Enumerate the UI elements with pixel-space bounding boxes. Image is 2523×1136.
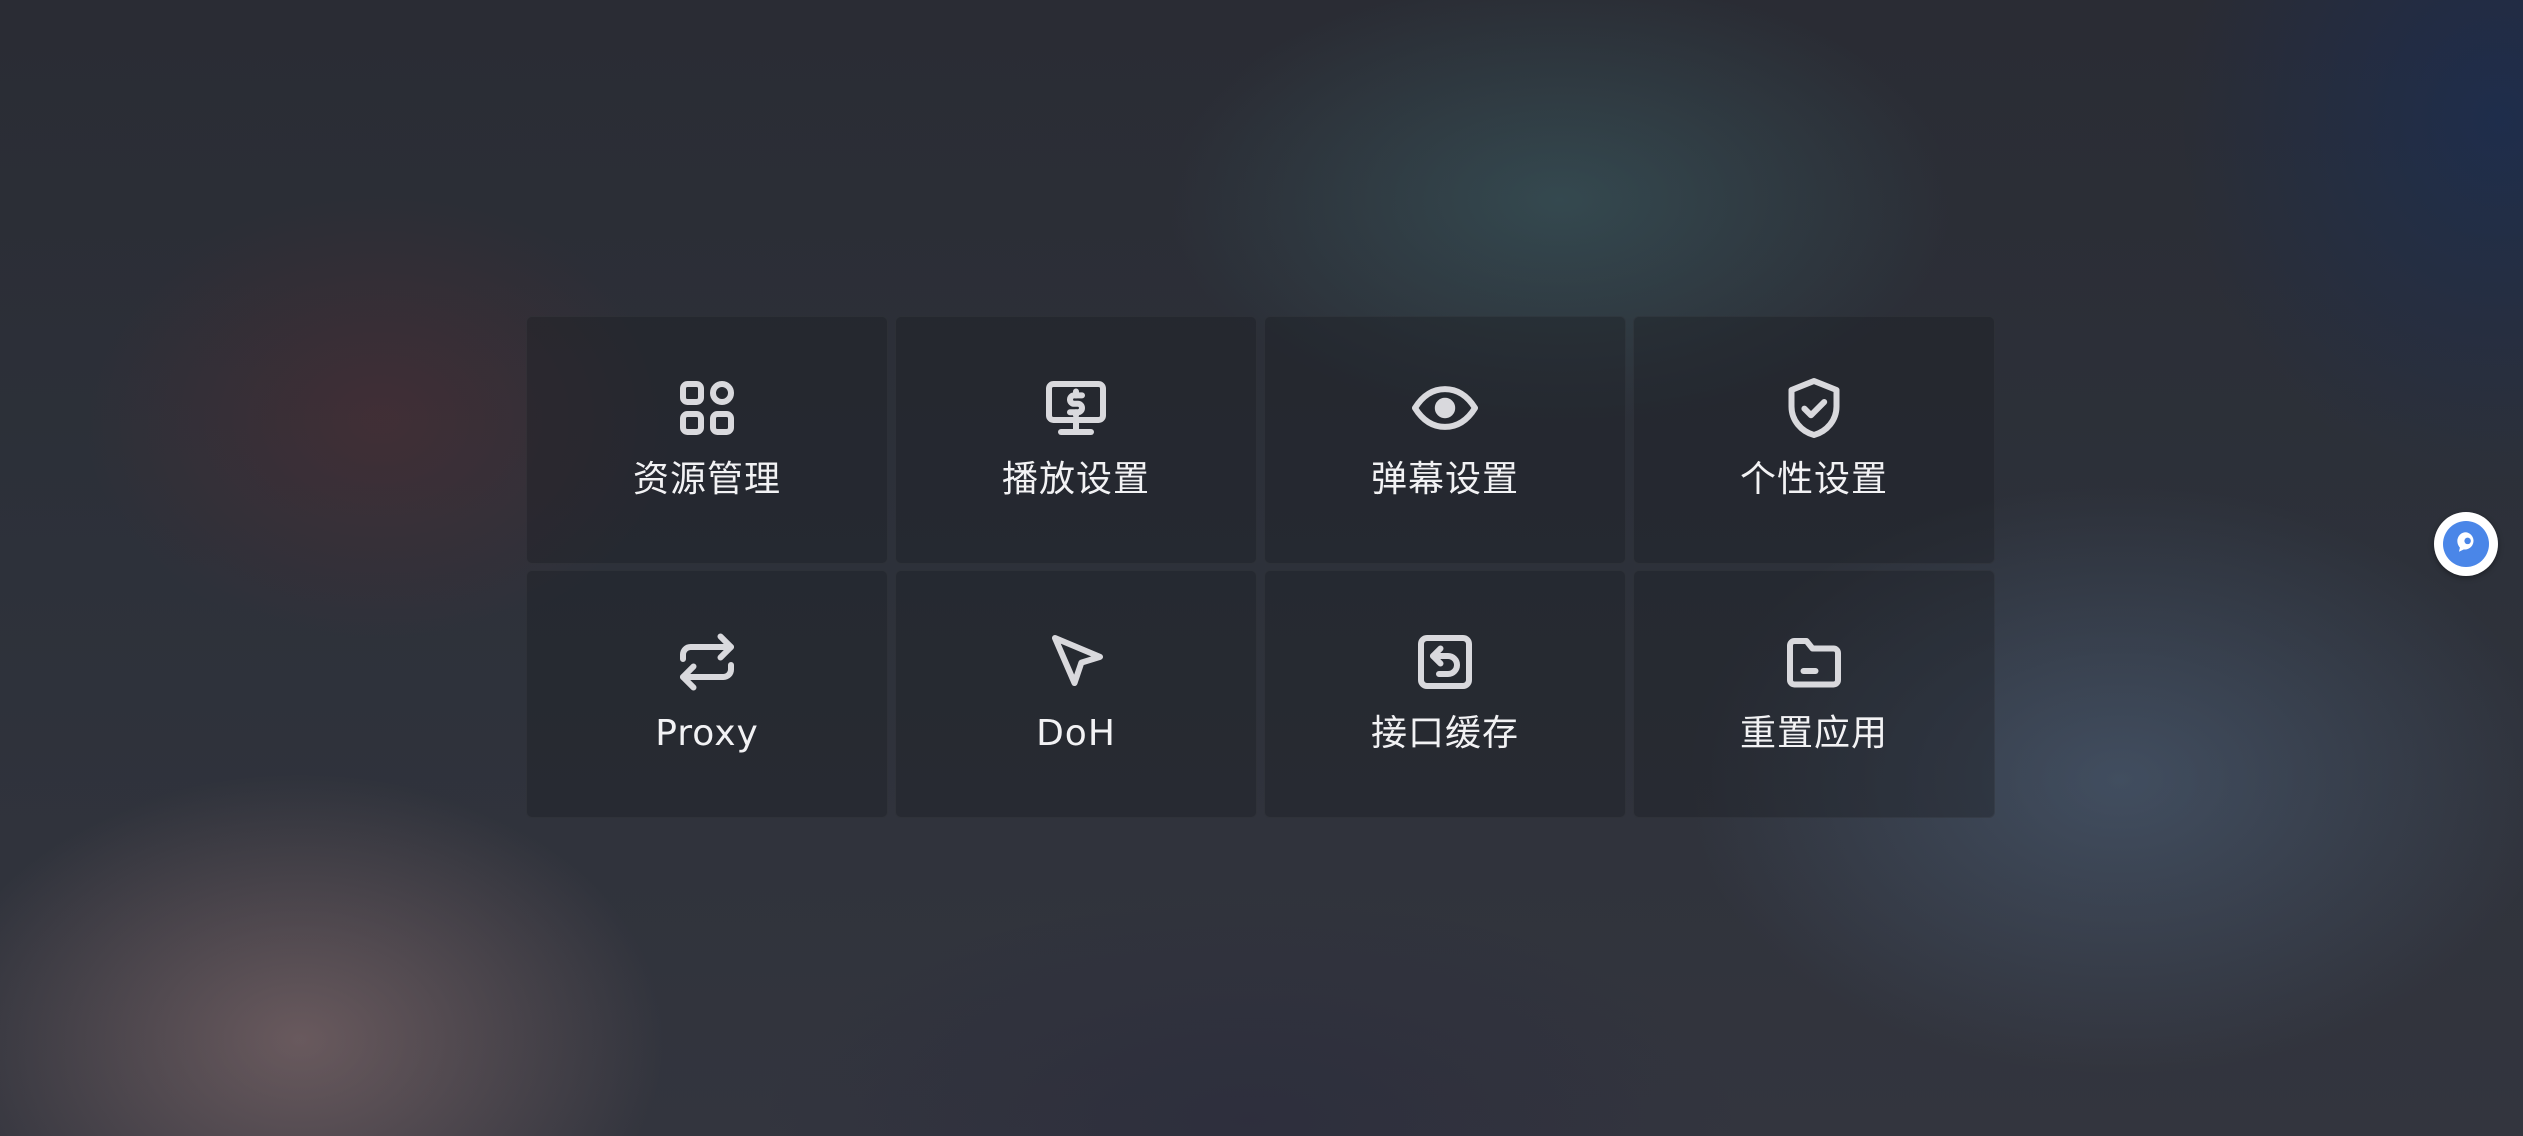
square-undo-icon [1409, 626, 1481, 698]
tile-label: 重置应用 [1739, 713, 1888, 754]
tile-playback-settings[interactable]: 播放设置 [895, 316, 1257, 564]
eye-icon [1409, 372, 1481, 444]
tile-label: 个性设置 [1739, 459, 1888, 500]
folder-icon [1778, 626, 1850, 698]
shield-check-icon [1778, 372, 1850, 444]
tile-interface-cache[interactable]: 接口缓存 [1264, 570, 1626, 818]
tile-label: 播放设置 [1001, 459, 1150, 500]
tile-danmaku-settings[interactable]: 弹幕设置 [1264, 316, 1626, 564]
tile-resource-management[interactable]: 资源管理 [526, 316, 888, 564]
arrows-exchange-icon [671, 626, 743, 698]
tile-label: 弹幕设置 [1370, 459, 1519, 500]
tile-label: 接口缓存 [1370, 713, 1519, 754]
tile-reset-app[interactable]: 重置应用 [1633, 570, 1995, 818]
tile-label: Proxy [655, 713, 759, 754]
assistant-bubble-icon [2453, 529, 2479, 559]
tile-doh[interactable]: DoH [895, 570, 1257, 818]
settings-menu-grid: 资源管理 播放设置 弹幕设置 个性设置 Proxy DoH 接口缓存 重置应用 [526, 316, 1996, 818]
tile-label: DoH [1036, 713, 1116, 754]
floating-assistant-button[interactable] [2434, 512, 2498, 576]
tile-personal-settings[interactable]: 个性设置 [1633, 316, 1995, 564]
tile-proxy[interactable]: Proxy [526, 570, 888, 818]
cursor-pointer-icon [1040, 626, 1112, 698]
apps-grid-icon [671, 372, 743, 444]
monitor-dollar-icon [1040, 372, 1112, 444]
tile-label: 资源管理 [632, 459, 781, 500]
